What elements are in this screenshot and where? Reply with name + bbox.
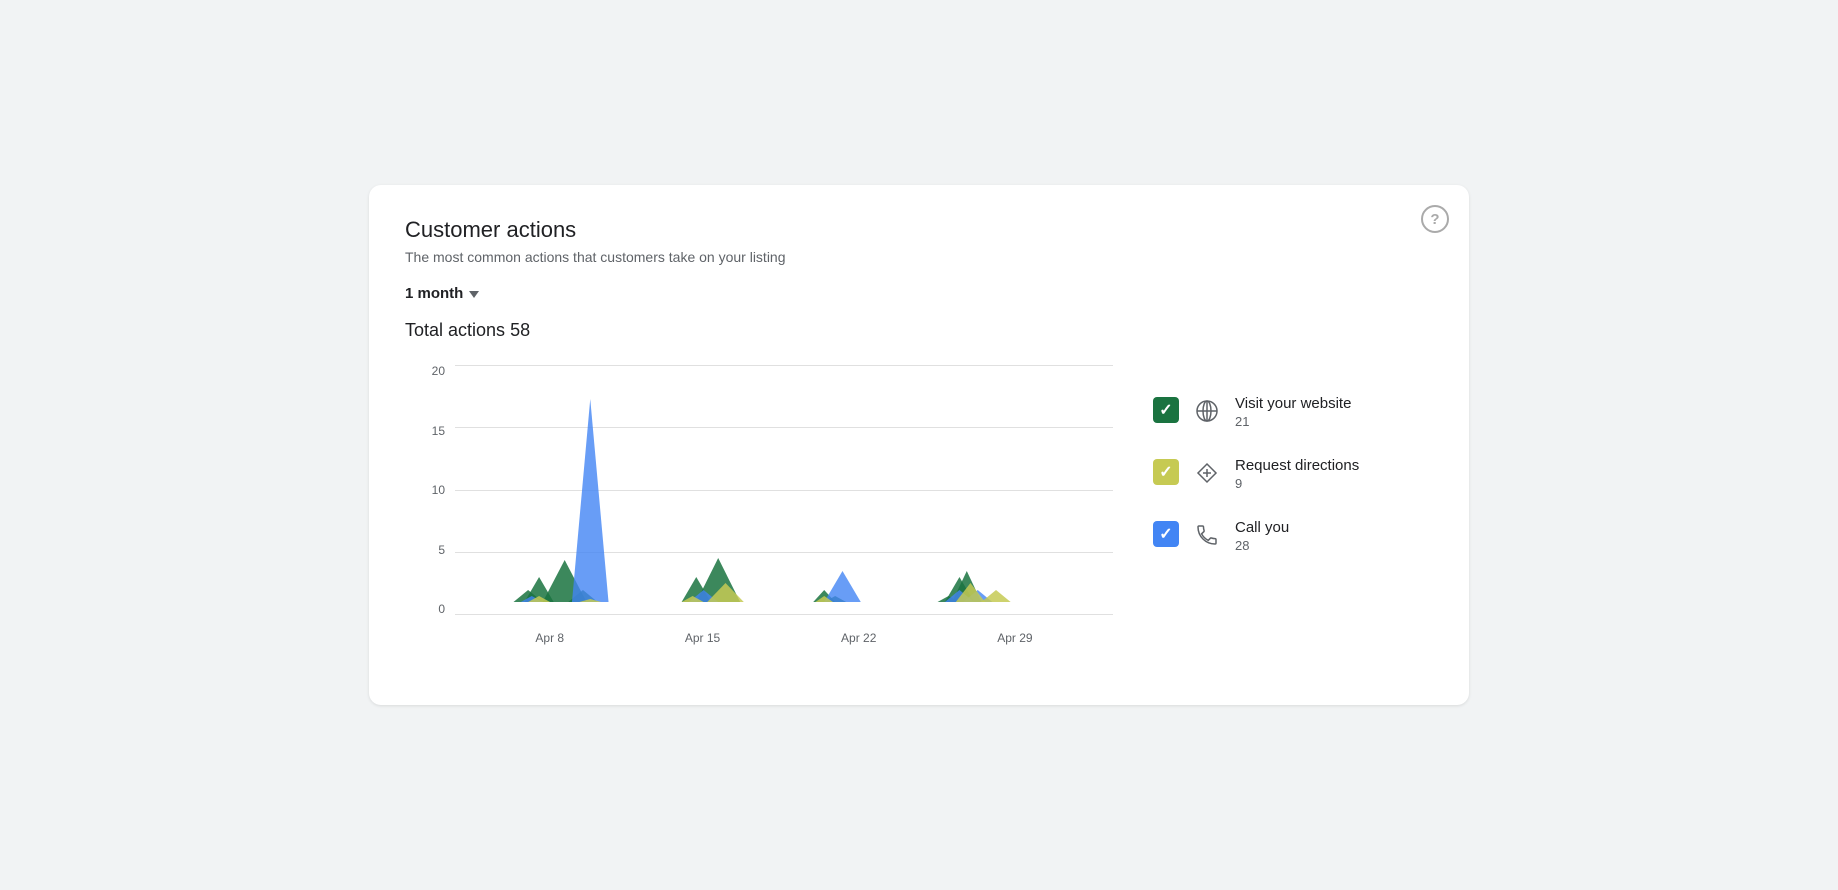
- card-title: Customer actions: [405, 217, 1433, 243]
- checkmark-website: ✓: [1159, 400, 1172, 420]
- legend-name-website: Visit your website: [1235, 395, 1351, 412]
- x-label-apr8: Apr 8: [535, 631, 564, 645]
- legend-item-calls: ✓ Call you 28: [1153, 519, 1433, 553]
- y-label-0: 0: [405, 603, 445, 615]
- chart-area-calls-apr8-spike: [572, 399, 609, 602]
- period-label: 1 month: [405, 285, 463, 302]
- legend-checkbox-directions[interactable]: ✓: [1153, 459, 1179, 485]
- legend-count-website: 21: [1235, 414, 1351, 429]
- legend-checkbox-website[interactable]: ✓: [1153, 397, 1179, 423]
- chart-inner: 0 5 10 15 20: [405, 365, 1113, 645]
- chart-area: 0 5 10 15 20: [405, 365, 1433, 645]
- legend-text-directions: Request directions 9: [1235, 457, 1359, 491]
- customer-actions-card: ? Customer actions The most common actio…: [369, 185, 1469, 705]
- chart-legend: ✓ Visit your website 21: [1153, 365, 1433, 553]
- website-icon: [1191, 395, 1223, 427]
- x-label-apr29: Apr 29: [997, 631, 1032, 645]
- help-icon: ?: [1430, 211, 1439, 228]
- legend-text-calls: Call you 28: [1235, 519, 1289, 553]
- x-labels: Apr 8 Apr 15 Apr 22 Apr 29: [455, 631, 1113, 645]
- legend-checkbox-calls[interactable]: ✓: [1153, 521, 1179, 547]
- x-label-apr15: Apr 15: [685, 631, 720, 645]
- legend-name-calls: Call you: [1235, 519, 1289, 536]
- total-actions-label: Total actions 58: [405, 320, 1433, 341]
- y-label-20: 20: [405, 365, 445, 377]
- chart-area-calls-apr22: [824, 571, 861, 602]
- period-selector[interactable]: 1 month: [405, 285, 1433, 302]
- checkmark-calls: ✓: [1159, 524, 1172, 544]
- y-label-5: 5: [405, 544, 445, 556]
- legend-text-website: Visit your website 21: [1235, 395, 1351, 429]
- chart-svg: [455, 365, 1113, 615]
- legend-item-website: ✓ Visit your website 21: [1153, 395, 1433, 429]
- help-button[interactable]: ?: [1421, 205, 1449, 233]
- y-label-15: 15: [405, 425, 445, 437]
- legend-count-directions: 9: [1235, 476, 1359, 491]
- legend-count-calls: 28: [1235, 538, 1289, 553]
- y-label-10: 10: [405, 484, 445, 496]
- chart-area-directions-apr29-2: [981, 590, 1010, 602]
- chart-container: 0 5 10 15 20: [405, 365, 1113, 645]
- y-axis: 0 5 10 15 20: [405, 365, 445, 645]
- checkmark-directions: ✓: [1159, 462, 1172, 482]
- legend-name-directions: Request directions: [1235, 457, 1359, 474]
- chevron-down-icon: [469, 291, 479, 298]
- legend-item-directions: ✓ Request directions 9: [1153, 457, 1433, 491]
- directions-icon: [1191, 457, 1223, 489]
- x-label-apr22: Apr 22: [841, 631, 876, 645]
- card-subtitle: The most common actions that customers t…: [405, 249, 1433, 265]
- phone-icon: [1191, 519, 1223, 551]
